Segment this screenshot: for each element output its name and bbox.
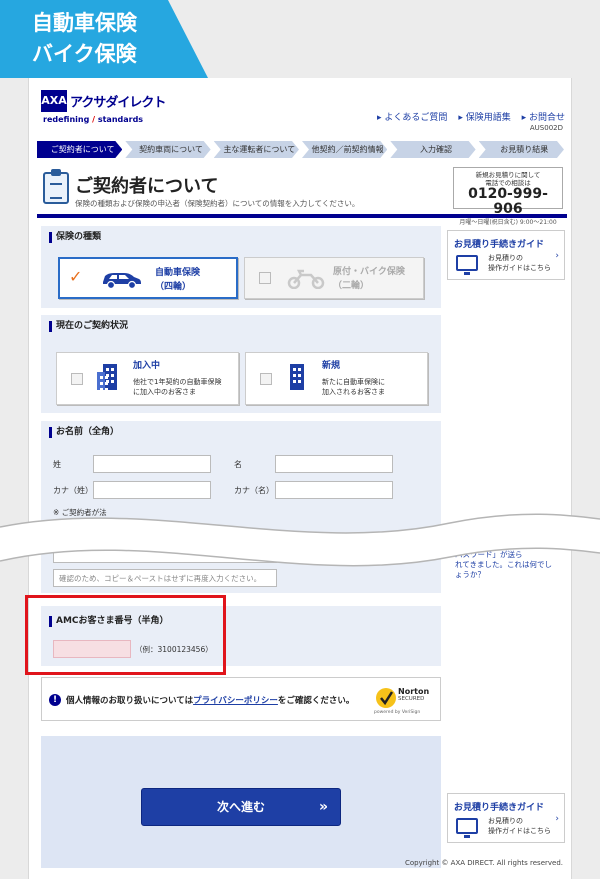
new-label: 新規 (322, 361, 341, 371)
motorbike-icon (287, 269, 325, 289)
norton-name: Norton (398, 687, 430, 696)
insurance-type-title: 保険の種類 (49, 232, 101, 243)
axa-logo[interactable]: AXA アクサダイレクト (41, 90, 166, 112)
kana-sei-input[interactable] (93, 481, 211, 499)
step-result: お見積り結果 (479, 141, 564, 158)
building-icon (103, 364, 117, 390)
guide-desc: お見積りの 操作ガイドはこちら (488, 817, 551, 835)
submit-section: 次へ進む» (41, 736, 441, 868)
chevron-right-icon: › (555, 814, 559, 824)
kana-mei-label: カナ（名） (234, 486, 274, 495)
norton-secured: SECURED (398, 696, 425, 702)
bike-label: 原付・バイク保険 （二輪） (333, 267, 405, 291)
new-desc: 新たに自動車保険に 加入されるお客さま (322, 378, 385, 396)
step-vehicle: 契約車両について (125, 141, 210, 158)
monitor-icon (456, 818, 478, 838)
contract-status-section: 現在のご契約状況 加入中 他社で1年契約の自動車保険 に加入中のお客さま 新規 新… (41, 315, 441, 413)
step-driver: 主な運転者について (214, 141, 299, 158)
privacy-policy-link[interactable]: プライバシーポリシー (193, 696, 278, 706)
phone-contact-box: 新規お見積りに関して 電話での相談は 0120-999-906 月曜～日曜(祝日… (453, 167, 563, 226)
building-small-icon (97, 372, 105, 390)
guide-box-top[interactable]: お見積り手続きガイド お見積りの 操作ガイドはこちら › (447, 230, 565, 280)
page-title: ご契約者について (75, 176, 219, 197)
brand-name: アクサダイレクト (70, 95, 166, 111)
info-icon: ! (49, 694, 61, 706)
faq-link[interactable]: よくあるご質問 (377, 113, 447, 123)
step-other-contract: 他契約／前契約情報 (302, 141, 387, 158)
page-code: AUS002D (529, 124, 563, 132)
header-links: よくあるご質問 保険用語集 お問合せ (369, 110, 565, 123)
current-contract-option[interactable]: 加入中 他社で1年契約の自動車保険 に加入中のお客さま (56, 352, 239, 405)
privacy-text: 個人情報のお取り扱いについてはプライバシーポリシーをご確認ください。 (66, 696, 355, 706)
phone-hours: 月曜～日曜(祝日含む) 9:00～21:00 (459, 219, 557, 226)
kana-sei-label: カナ（姓） (53, 486, 93, 495)
car-icon (103, 273, 141, 289)
phone-number: 0120-999-906 (468, 186, 548, 217)
page-cut-wave (0, 513, 600, 567)
page-subtitle: 保険の種類および保険の申込者（保険契約者）についての情報を入力してください。 (75, 199, 360, 208)
guide-desc: お見積りの 操作ガイドはこちら (488, 254, 551, 272)
phone-line1: 新規お見積りに関して (475, 171, 541, 179)
mei-input[interactable] (275, 455, 393, 473)
guide-title: お見積り手続きガイド (454, 803, 545, 813)
insurance-type-section: 保険の種類 自動車保険（四輪） 原付・バイク保険（二輪） (41, 226, 441, 308)
category-tag: 自動車保険 バイク保険 (0, 0, 208, 78)
sei-label: 姓 (53, 460, 61, 469)
new-contract-option[interactable]: 新規 新たに自動車保険に 加入されるお客さま (245, 352, 428, 405)
bike-insurance-option[interactable]: 原付・バイク保険 （二輪） (244, 257, 424, 299)
current-checkbox (71, 373, 83, 385)
chevron-right-icon: › (555, 251, 559, 261)
norton-seal[interactable]: Norton SECURED powered by VeriSign (374, 684, 432, 718)
guide-title: お見積り手続きガイド (454, 240, 545, 250)
amc-highlight-box (25, 595, 226, 675)
mei-label: 名 (234, 460, 242, 469)
contact-link[interactable]: お問合せ (522, 113, 565, 123)
name-title: お名前（全角） (49, 427, 119, 438)
current-label: 加入中 (133, 361, 161, 371)
new-checkbox (260, 373, 272, 385)
category-tag-line1: 自動車保険 (32, 11, 137, 35)
kana-mei-input[interactable] (275, 481, 393, 499)
form-page: AXAアクサダイレクト redefining / standards よくあるご… (28, 78, 572, 879)
step-confirm: 入力確認 (390, 141, 475, 158)
bike-checkbox (259, 272, 271, 284)
privacy-notice: ! 個人情報のお取り扱いについてはプライバシーポリシーをご確認ください。 Nor… (41, 677, 441, 721)
axa-mark-icon: AXA (41, 90, 67, 112)
monitor-icon (456, 255, 478, 275)
norton-powered: powered by VeriSign (374, 710, 421, 715)
next-button[interactable]: 次へ進む» (141, 788, 341, 826)
copyright: Copyright © AXA DIRECT. All rights reser… (405, 859, 563, 867)
double-chevron-icon: » (318, 799, 328, 815)
contract-status-title: 現在のご契約状況 (49, 321, 128, 332)
building-icon (290, 364, 304, 390)
sei-input[interactable] (93, 455, 211, 473)
title-bar: ご契約者について 保険の種類および保険の申込者（保険契約者）についての情報を入力… (37, 164, 567, 226)
auto-check-icon (69, 267, 82, 286)
site-header: AXAアクサダイレクト redefining / standards よくあるご… (29, 78, 573, 136)
guide-box-bottom[interactable]: お見積り手続きガイド お見積りの 操作ガイドはこちら › (447, 793, 565, 843)
auto-label: 自動車保険 （四輪） (155, 268, 201, 292)
category-tag-line2: バイク保険 (32, 42, 137, 66)
progress-steps: ご契約者について 契約車両について 主な運転者について 他契約／前契約情報 入力… (37, 141, 567, 158)
step-contractor: ご契約者について (37, 141, 122, 158)
brand-tagline: redefining / standards (43, 115, 144, 124)
clipboard-icon (43, 169, 69, 204)
current-desc: 他社で1年契約の自動車保険 に加入中のお客さま (133, 378, 222, 396)
auto-insurance-option[interactable]: 自動車保険（四輪） (58, 257, 238, 299)
glossary-link[interactable]: 保険用語集 (458, 113, 510, 123)
